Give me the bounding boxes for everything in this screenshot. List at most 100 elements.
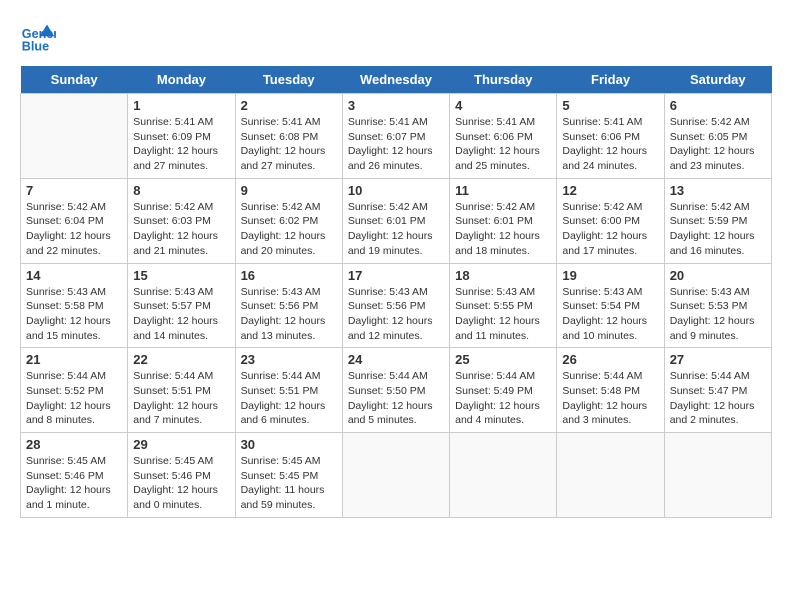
date-number: 9: [241, 183, 337, 198]
calendar-cell: 20 Sunrise: 5:43 AM Sunset: 5:53 PM Dayli…: [664, 263, 771, 348]
week-row-3: 14Sunrise: 5:43 AM Sunset: 5:58 PM Dayli…: [21, 263, 772, 348]
date-number: 3: [348, 98, 444, 113]
date-number: 5: [562, 98, 658, 113]
cell-info: Sunrise: 5:42 AM Sunset: 6:01 PM Dayligh…: [455, 200, 551, 259]
date-number: 20: [670, 268, 766, 283]
calendar-cell: 16 Sunrise: 5:43 AM Sunset: 5:56 PM Dayli…: [235, 263, 342, 348]
cell-info: Sunrise: 5:42 AM Sunset: 6:02 PM Dayligh…: [241, 200, 337, 259]
calendar-cell: 14Sunrise: 5:43 AM Sunset: 5:58 PM Dayli…: [21, 263, 128, 348]
cell-info: Sunrise: 5:43 AM Sunset: 5:56 PM Dayligh…: [241, 285, 337, 344]
date-number: 1: [133, 98, 229, 113]
cell-info: Sunrise: 5:42 AM Sunset: 6:00 PM Dayligh…: [562, 200, 658, 259]
day-header-thursday: Thursday: [450, 66, 557, 94]
calendar-cell: 7 Sunrise: 5:42 AM Sunset: 6:04 PM Daylig…: [21, 178, 128, 263]
cell-info: Sunrise: 5:42 AM Sunset: 6:01 PM Dayligh…: [348, 200, 444, 259]
date-number: 13: [670, 183, 766, 198]
date-number: 27: [670, 352, 766, 367]
calendar-cell: 11Sunrise: 5:42 AM Sunset: 6:01 PM Dayli…: [450, 178, 557, 263]
calendar-cell: 6Sunrise: 5:42 AM Sunset: 6:05 PM Daylig…: [664, 94, 771, 179]
calendar-cell: 19 Sunrise: 5:43 AM Sunset: 5:54 PM Dayli…: [557, 263, 664, 348]
cell-info: Sunrise: 5:42 AM Sunset: 6:03 PM Dayligh…: [133, 200, 229, 259]
cell-info: Sunrise: 5:41 AM Sunset: 6:09 PM Dayligh…: [133, 115, 229, 174]
cell-info: Sunrise: 5:44 AM Sunset: 5:51 PM Dayligh…: [133, 369, 229, 428]
cell-info: Sunrise: 5:41 AM Sunset: 6:06 PM Dayligh…: [455, 115, 551, 174]
cell-info: Sunrise: 5:42 AM Sunset: 5:59 PM Dayligh…: [670, 200, 766, 259]
cell-info: Sunrise: 5:45 AM Sunset: 5:46 PM Dayligh…: [133, 454, 229, 513]
calendar-cell: 26Sunrise: 5:44 AM Sunset: 5:48 PM Dayli…: [557, 348, 664, 433]
calendar-cell: 25 Sunrise: 5:44 AM Sunset: 5:49 PM Dayli…: [450, 348, 557, 433]
date-number: 2: [241, 98, 337, 113]
calendar-cell: 10 Sunrise: 5:42 AM Sunset: 6:01 PM Dayli…: [342, 178, 449, 263]
calendar-cell: 30 Sunrise: 5:45 AM Sunset: 5:45 PM Dayli…: [235, 433, 342, 518]
cell-info: Sunrise: 5:43 AM Sunset: 5:56 PM Dayligh…: [348, 285, 444, 344]
calendar-cell: [557, 433, 664, 518]
day-header-friday: Friday: [557, 66, 664, 94]
day-header-sunday: Sunday: [21, 66, 128, 94]
day-header-row: SundayMondayTuesdayWednesdayThursdayFrid…: [21, 66, 772, 94]
svg-text:Blue: Blue: [22, 40, 49, 54]
cell-info: Sunrise: 5:44 AM Sunset: 5:48 PM Dayligh…: [562, 369, 658, 428]
date-number: 10: [348, 183, 444, 198]
day-header-saturday: Saturday: [664, 66, 771, 94]
date-number: 18: [455, 268, 551, 283]
cell-info: Sunrise: 5:43 AM Sunset: 5:53 PM Dayligh…: [670, 285, 766, 344]
logo-icon: General Blue: [20, 20, 56, 56]
date-number: 24: [348, 352, 444, 367]
calendar-cell: 1 Sunrise: 5:41 AM Sunset: 6:09 PM Daylig…: [128, 94, 235, 179]
cell-info: Sunrise: 5:43 AM Sunset: 5:55 PM Dayligh…: [455, 285, 551, 344]
week-row-5: 28 Sunrise: 5:45 AM Sunset: 5:46 PM Dayli…: [21, 433, 772, 518]
calendar-cell: [342, 433, 449, 518]
date-number: 23: [241, 352, 337, 367]
cell-info: Sunrise: 5:41 AM Sunset: 6:08 PM Dayligh…: [241, 115, 337, 174]
calendar-cell: 18 Sunrise: 5:43 AM Sunset: 5:55 PM Dayli…: [450, 263, 557, 348]
date-number: 21: [26, 352, 122, 367]
date-number: 29: [133, 437, 229, 452]
date-number: 28: [26, 437, 122, 452]
date-number: 6: [670, 98, 766, 113]
calendar-cell: 2 Sunrise: 5:41 AM Sunset: 6:08 PM Daylig…: [235, 94, 342, 179]
calendar-cell: [450, 433, 557, 518]
cell-info: Sunrise: 5:44 AM Sunset: 5:52 PM Dayligh…: [26, 369, 122, 428]
calendar-cell: 17 Sunrise: 5:43 AM Sunset: 5:56 PM Dayli…: [342, 263, 449, 348]
cell-info: Sunrise: 5:45 AM Sunset: 5:45 PM Dayligh…: [241, 454, 337, 513]
calendar-cell: [21, 94, 128, 179]
page-header: General Blue: [20, 20, 772, 56]
calendar-cell: 8Sunrise: 5:42 AM Sunset: 6:03 PM Daylig…: [128, 178, 235, 263]
cell-info: Sunrise: 5:42 AM Sunset: 6:04 PM Dayligh…: [26, 200, 122, 259]
cell-info: Sunrise: 5:44 AM Sunset: 5:50 PM Dayligh…: [348, 369, 444, 428]
calendar-cell: 13 Sunrise: 5:42 AM Sunset: 5:59 PM Dayli…: [664, 178, 771, 263]
cell-info: Sunrise: 5:41 AM Sunset: 6:06 PM Dayligh…: [562, 115, 658, 174]
calendar-cell: 22 Sunrise: 5:44 AM Sunset: 5:51 PM Dayli…: [128, 348, 235, 433]
date-number: 12: [562, 183, 658, 198]
calendar-cell: 9 Sunrise: 5:42 AM Sunset: 6:02 PM Daylig…: [235, 178, 342, 263]
date-number: 22: [133, 352, 229, 367]
date-number: 30: [241, 437, 337, 452]
calendar-table: SundayMondayTuesdayWednesdayThursdayFrid…: [20, 66, 772, 518]
date-number: 14: [26, 268, 122, 283]
calendar-cell: 12 Sunrise: 5:42 AM Sunset: 6:00 PM Dayli…: [557, 178, 664, 263]
date-number: 25: [455, 352, 551, 367]
calendar-cell: 23 Sunrise: 5:44 AM Sunset: 5:51 PM Dayli…: [235, 348, 342, 433]
calendar-cell: 3 Sunrise: 5:41 AM Sunset: 6:07 PM Daylig…: [342, 94, 449, 179]
week-row-1: 1 Sunrise: 5:41 AM Sunset: 6:09 PM Daylig…: [21, 94, 772, 179]
date-number: 17: [348, 268, 444, 283]
cell-info: Sunrise: 5:41 AM Sunset: 6:07 PM Dayligh…: [348, 115, 444, 174]
logo: General Blue: [20, 20, 62, 56]
cell-info: Sunrise: 5:43 AM Sunset: 5:54 PM Dayligh…: [562, 285, 658, 344]
cell-info: Sunrise: 5:44 AM Sunset: 5:51 PM Dayligh…: [241, 369, 337, 428]
calendar-cell: 29 Sunrise: 5:45 AM Sunset: 5:46 PM Dayli…: [128, 433, 235, 518]
calendar-cell: [664, 433, 771, 518]
date-number: 16: [241, 268, 337, 283]
calendar-cell: 24 Sunrise: 5:44 AM Sunset: 5:50 PM Dayli…: [342, 348, 449, 433]
cell-info: Sunrise: 5:43 AM Sunset: 5:57 PM Dayligh…: [133, 285, 229, 344]
cell-info: Sunrise: 5:44 AM Sunset: 5:47 PM Dayligh…: [670, 369, 766, 428]
cell-info: Sunrise: 5:44 AM Sunset: 5:49 PM Dayligh…: [455, 369, 551, 428]
date-number: 19: [562, 268, 658, 283]
week-row-2: 7 Sunrise: 5:42 AM Sunset: 6:04 PM Daylig…: [21, 178, 772, 263]
date-number: 7: [26, 183, 122, 198]
day-header-monday: Monday: [128, 66, 235, 94]
week-row-4: 21 Sunrise: 5:44 AM Sunset: 5:52 PM Dayli…: [21, 348, 772, 433]
calendar-cell: 4Sunrise: 5:41 AM Sunset: 6:06 PM Daylig…: [450, 94, 557, 179]
date-number: 15: [133, 268, 229, 283]
calendar-cell: 15 Sunrise: 5:43 AM Sunset: 5:57 PM Dayli…: [128, 263, 235, 348]
